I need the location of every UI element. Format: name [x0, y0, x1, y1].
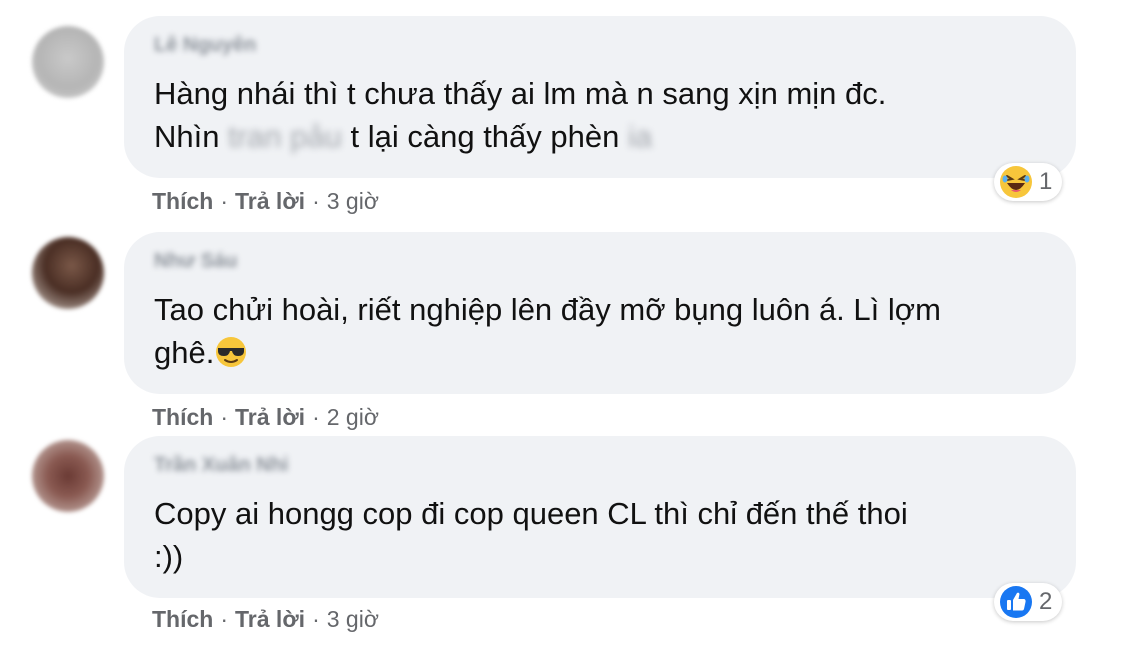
separator: ·	[312, 606, 320, 632]
separator: ·	[220, 188, 229, 214]
comment-text: Hàng nhái thì t chưa thấy ai lm mà n san…	[154, 72, 886, 158]
comment-bubble: Trần Xuân Nhi Copy ai hongg cop đi cop q…	[124, 436, 1076, 598]
comment-word: ghê.	[154, 335, 215, 370]
avatar[interactable]	[32, 440, 104, 512]
avatar[interactable]	[32, 237, 104, 309]
comment-word: Nhìn	[154, 119, 220, 154]
comment-line: ghê.	[154, 331, 941, 374]
timestamp[interactable]: 2 giờ	[327, 404, 379, 430]
like-action[interactable]: Thích	[152, 606, 213, 632]
like-action[interactable]: Thích	[152, 188, 213, 214]
comment-bubble: Như Sáu Tao chửi hoài, riết nghiệp lên đ…	[124, 232, 1076, 394]
laughing-emoji-icon	[1000, 166, 1032, 198]
comment-word: t lại càng thấy phèn	[350, 119, 620, 154]
comment-line: Tao chửi hoài, riết nghiệp lên đầy mỡ bụ…	[154, 292, 941, 327]
comment-author[interactable]: Như Sáu	[154, 250, 237, 273]
reaction-badge[interactable]: 2	[994, 583, 1063, 621]
sunglasses-emoji-icon	[216, 336, 247, 367]
reaction-count: 1	[1039, 168, 1053, 195]
comment-line: :))	[154, 539, 184, 574]
comment-text: Copy ai hongg cop đi cop queen CL thì ch…	[154, 492, 908, 578]
comment-line: Hàng nhái thì t chưa thấy ai lm mà n san…	[154, 76, 887, 111]
separator: ·	[312, 188, 320, 214]
comment-bubble: Lê Nguyên Hàng nhái thì t chưa thấy ai l…	[124, 16, 1076, 178]
timestamp[interactable]: 3 giờ	[327, 606, 379, 632]
like-action[interactable]: Thích	[152, 404, 213, 430]
comment-actions: Thích · Trả lời · 3 giờ	[152, 606, 379, 633]
blurred-text: ia	[627, 119, 653, 154]
avatar[interactable]	[32, 26, 104, 98]
comment-actions: Thích · Trả lời · 2 giờ	[152, 404, 379, 431]
reply-action[interactable]: Trả lời	[235, 606, 305, 632]
reply-action[interactable]: Trả lời	[235, 188, 305, 214]
separator: ·	[312, 404, 320, 430]
blurred-name: tran pảu	[228, 119, 342, 154]
reaction-badge[interactable]: 1	[994, 163, 1063, 201]
comment-author[interactable]: Trần Xuân Nhi	[154, 454, 288, 477]
reply-action[interactable]: Trả lời	[235, 404, 305, 430]
reaction-count: 2	[1039, 588, 1053, 615]
comment-author[interactable]: Lê Nguyên	[154, 34, 256, 57]
comment-text: Tao chửi hoài, riết nghiệp lên đầy mỡ bụ…	[154, 288, 941, 374]
comment-line: Copy ai hongg cop đi cop queen CL thì ch…	[154, 496, 908, 531]
like-icon	[1000, 586, 1032, 618]
timestamp[interactable]: 3 giờ	[327, 188, 379, 214]
separator: ·	[220, 404, 229, 430]
comment-actions: Thích · Trả lời · 3 giờ	[152, 188, 379, 215]
separator: ·	[220, 606, 229, 632]
comment-line: Nhìn tran pảu t lại càng thấy phèn ia	[154, 115, 886, 158]
